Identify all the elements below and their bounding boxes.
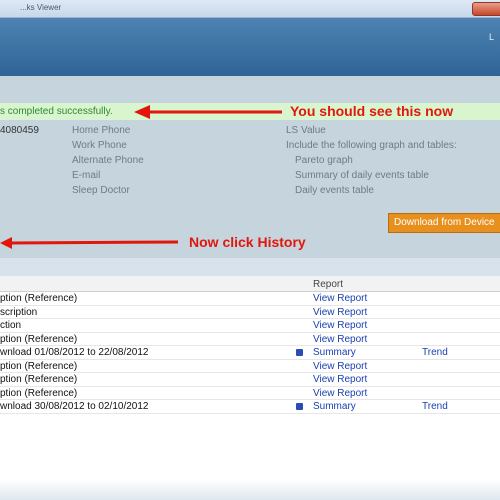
close-window-button[interactable] [472,2,500,16]
option-daily-events-table: Daily events table [295,185,374,196]
row-description: scription [0,306,38,318]
arrow-left-icon [134,105,282,119]
field-home-phone: Home Phone [72,125,131,136]
summary-icon[interactable] [296,403,303,410]
annotation-see-this: You should see this now [290,103,454,119]
row-description: ption (Reference) [0,360,78,372]
table-row: ction View Report [0,319,500,333]
ls-value-label: LS Value [286,125,326,136]
table-row: scription View Report [0,306,500,319]
phone-number: 4080459 [0,125,39,136]
app-header: L [0,18,500,76]
table-row: ption (Reference) View Report [0,360,500,373]
include-label: Include the following graph and tables: [286,140,457,151]
table-row: ption (Reference) View Report [0,333,500,346]
summary-link[interactable]: Summary [313,401,356,412]
row-description: ption (Reference) [0,374,78,385]
report-column-header: Report [313,279,344,290]
history-table-header: Report [0,276,500,292]
window-title: ...ks Viewer [20,3,62,12]
header-edge-text: L [488,32,494,42]
table-row: ption (Reference) View Report [0,292,500,306]
view-report-link[interactable]: View Report [313,388,367,399]
view-report-link[interactable]: View Report [313,293,367,304]
trend-link[interactable]: Trend [422,347,448,358]
row-description: ction [0,320,22,331]
table-row: ption (Reference) View Report [0,387,500,400]
download-from-device-button[interactable]: Download from Device [388,213,500,233]
field-alternate-phone: Alternate Phone [72,155,144,166]
row-description: ption (Reference) [0,333,78,345]
summary-icon[interactable] [296,349,303,356]
history-toolbar [0,258,500,276]
table-row: wnload 01/08/2012 to 22/08/2012 Summary … [0,346,500,360]
table-row: ption (Reference) View Report [0,373,500,387]
summary-link[interactable]: Summary [313,347,356,358]
row-description: ption (Reference) [0,387,78,399]
field-work-phone: Work Phone [72,140,127,151]
row-description: wnload 30/08/2012 to 02/10/2012 [0,401,149,412]
table-row: wnload 30/08/2012 to 02/10/2012 Summary … [0,400,500,414]
option-summary-table: Summary of daily events table [295,170,429,181]
field-email: E-mail [72,170,101,181]
field-sleep-doctor: Sleep Doctor [72,185,130,196]
arrow-left-icon [0,237,179,249]
row-description: wnload 01/08/2012 to 22/08/2012 [0,347,149,358]
option-pareto-graph: Pareto graph [295,155,353,166]
success-message: s completed successfully. [0,106,113,117]
view-report-link[interactable]: View Report [313,307,367,318]
view-report-link[interactable]: View Report [313,361,367,372]
row-description: ption (Reference) [0,293,78,304]
trend-link[interactable]: Trend [422,401,448,412]
view-report-link[interactable]: View Report [313,320,367,331]
window-bottom-edge [0,480,500,500]
view-report-link[interactable]: View Report [313,374,367,385]
window-titlebar: ...ks Viewer [0,0,500,18]
view-report-link[interactable]: View Report [313,334,367,345]
annotation-click-history: Now click History [189,234,306,250]
